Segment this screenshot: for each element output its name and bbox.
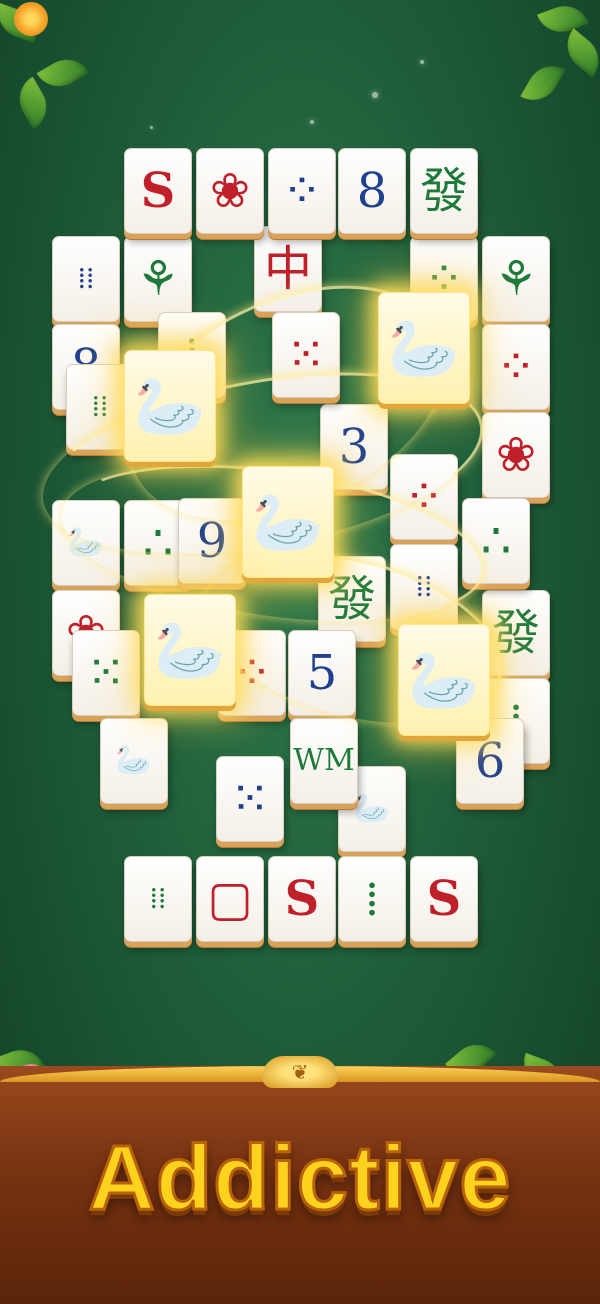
swan-icon: 🦢	[133, 372, 207, 440]
mahjong-tile[interactable]: S	[124, 148, 192, 234]
tile-glyph: ⁞⁞	[149, 881, 167, 916]
tile-glyph: ∴	[480, 513, 512, 569]
tile-glyph: WM	[293, 743, 355, 778]
mahjong-tile[interactable]: ⁙	[216, 756, 284, 842]
mahjong-tile[interactable]: ⁞⁞	[52, 236, 120, 322]
mahjong-tile[interactable]: ⁞⁞	[124, 856, 192, 942]
highlighted-swan-tile[interactable]: 🦢	[242, 466, 334, 578]
mahjong-tile[interactable]: ⁞	[338, 856, 406, 942]
tile-glyph: ⁞⁞	[77, 261, 95, 296]
tile-glyph: ⁞⁞	[91, 389, 109, 424]
tile-glyph: S	[284, 871, 320, 927]
highlighted-swan-tile[interactable]: 🦢	[144, 594, 236, 706]
tile-glyph: ⁞	[365, 871, 379, 927]
tile-glyph: ⚘	[494, 251, 538, 307]
tile-glyph: ⁙	[229, 771, 271, 827]
tile-glyph: 發	[419, 163, 468, 219]
ornament-icon: ❦	[262, 1056, 338, 1088]
tile-glyph: ❀	[495, 427, 537, 483]
tile-glyph: ⁘	[281, 163, 323, 219]
tile-glyph: ⁙	[85, 645, 127, 701]
mahjong-tile[interactable]: 🦢	[100, 718, 168, 804]
tile-glyph: ▢	[207, 871, 253, 927]
tile-glyph: 6	[474, 733, 506, 789]
mahjong-tile[interactable]: ❀	[196, 148, 264, 234]
mahjong-tile[interactable]: ⚘	[482, 236, 550, 322]
mahjong-tile[interactable]: S	[268, 856, 336, 942]
mahjong-tile[interactable]: ⁙	[72, 630, 140, 716]
highlighted-swan-tile[interactable]: 🦢	[398, 624, 490, 736]
mahjong-board: ⁞⁞⚘⁘⚘8⁞⁘⁞⁞3❀🦢∴⁘❀發⁞⁞發⁘5⁞🦢中⁙9∴⁙🦢⁙WM6S❀⁘8發⁞…	[0, 0, 600, 1000]
mahjong-tile[interactable]: ▢	[196, 856, 264, 942]
highlighted-swan-tile[interactable]: 🦢	[378, 292, 470, 404]
banner-title: Addictive	[87, 1126, 512, 1231]
highlighted-swan-tile[interactable]: 🦢	[124, 350, 216, 462]
mahjong-tile[interactable]: ⁘	[268, 148, 336, 234]
mahjong-tile[interactable]: ❀	[482, 412, 550, 498]
tile-glyph: 中	[263, 241, 312, 297]
mahjong-tile[interactable]: ⚘	[124, 236, 192, 322]
tile-glyph: S	[140, 163, 176, 219]
tile-glyph: ⁘	[495, 339, 537, 395]
mahjong-tile[interactable]: 8	[338, 148, 406, 234]
tile-glyph: 🦢	[353, 791, 391, 826]
mahjong-tile[interactable]: 發	[410, 148, 478, 234]
tile-glyph: ❀	[209, 163, 251, 219]
swan-icon: 🦢	[387, 314, 461, 382]
swan-icon: 🦢	[251, 488, 325, 556]
tile-glyph: ⚘	[136, 251, 180, 307]
mahjong-tile[interactable]: S	[410, 856, 478, 942]
mahjong-tile[interactable]: ⁘	[482, 324, 550, 410]
mahjong-tile[interactable]: WM	[290, 718, 358, 804]
tile-glyph: 🦢	[115, 743, 153, 778]
swan-icon: 🦢	[153, 616, 227, 684]
tile-glyph: S	[426, 871, 462, 927]
swan-icon: 🦢	[407, 646, 481, 714]
tile-glyph: 8	[356, 163, 388, 219]
